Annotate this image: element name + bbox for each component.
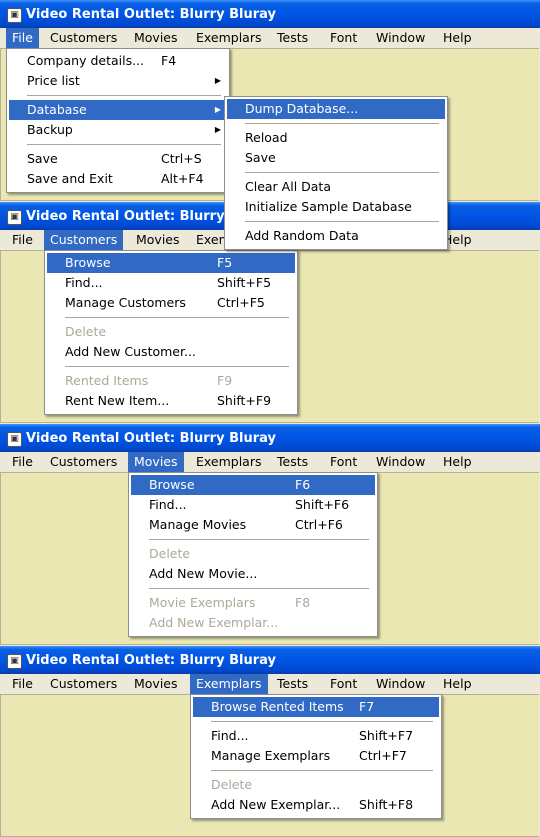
menu-exemplars[interactable]: Exemplars	[190, 28, 268, 48]
menu-window[interactable]: Window	[370, 674, 431, 694]
menu-help[interactable]: Help	[437, 28, 478, 48]
submenu-arrow-icon: ▶	[214, 105, 221, 114]
menu-separator	[227, 217, 445, 226]
menu-separator	[47, 313, 295, 322]
menu-item-db-save[interactable]: Save	[227, 148, 445, 168]
menu-item-save-and-exit[interactable]: Save and Exit Alt+F4	[9, 169, 227, 189]
app-window-icon: ▣	[7, 432, 22, 447]
window-file-menu: ▣ Video Rental Outlet: Blurry Bluray Fil…	[0, 0, 540, 250]
menu-file[interactable]: File	[6, 674, 39, 694]
menu-font[interactable]: Font	[324, 28, 363, 48]
menu-window[interactable]: Window	[370, 28, 431, 48]
app-window-icon: ▣	[7, 210, 22, 225]
menu-item-movie-exemplars: Movie Exemplars F8	[149, 595, 311, 610]
menu-help[interactable]: Help	[437, 452, 478, 472]
menu-file[interactable]: File	[6, 230, 39, 250]
menu-item-backup[interactable]: Backup ▶	[9, 120, 227, 140]
menu-item-find-customer[interactable]: Find... Shift+F5	[47, 273, 295, 293]
window-exemplars-menu: ▣ Video Rental Outlet: Blurry Bluray Fil…	[0, 646, 540, 837]
menu-bar: File Customers Movies Exemplars Tests Fo…	[0, 674, 540, 694]
window-title: Video Rental Outlet: Blurry Bluray	[26, 431, 276, 446]
movies-dropdown: Browse F6 Find... Shift+F6 Manage Movies Ct…	[128, 472, 378, 637]
menu-item-find-exemplar[interactable]: Find... Shift+F7	[193, 726, 439, 746]
window-movies-menu: ▣ Video Rental Outlet: Blurry Bluray Fil…	[0, 424, 540, 645]
menu-tests[interactable]: Tests	[271, 28, 314, 48]
submenu-arrow-icon: ▶	[214, 76, 221, 85]
menu-item-company-details[interactable]: Company details... F4	[9, 51, 227, 71]
app-window-icon: ▣	[7, 654, 22, 669]
menu-item-add-new-movie[interactable]: Add New Movie...	[131, 564, 375, 584]
menu-item-delete-customer: Delete	[65, 324, 107, 339]
menu-movies[interactable]: Movies	[128, 452, 184, 472]
menu-separator	[131, 535, 375, 544]
menu-item-add-random-data[interactable]: Add Random Data	[227, 226, 445, 246]
menu-item-rented-items: Rented Items F9	[65, 373, 233, 388]
menu-item-add-new-customer[interactable]: Add New Customer...	[47, 342, 295, 362]
menu-separator	[9, 140, 227, 149]
menu-item-save[interactable]: Save Ctrl+S	[9, 149, 227, 169]
menu-item-delete-exemplar: Delete	[211, 777, 253, 792]
menu-item-browse-customers[interactable]: Browse F5	[47, 253, 295, 273]
menu-bar: File Customers Movies Exemplars Tests Fo…	[0, 452, 540, 472]
submenu-arrow-icon: ▶	[214, 125, 221, 134]
app-window-icon: ▣	[7, 8, 22, 23]
menu-item-manage-customers[interactable]: Manage Customers Ctrl+F5	[47, 293, 295, 313]
menu-item-initialize-sample-database[interactable]: Initialize Sample Database	[227, 197, 445, 217]
menu-item-database[interactable]: Database ▶	[9, 100, 227, 120]
menu-separator	[193, 766, 439, 775]
menu-tests[interactable]: Tests	[271, 674, 314, 694]
title-bar: ▣ Video Rental Outlet: Blurry Bluray	[0, 424, 540, 452]
menu-item-delete-movie: Delete	[149, 546, 191, 561]
menu-bar: File Customers Movies Exemplars Tests Fo…	[0, 28, 540, 48]
menu-separator	[193, 717, 439, 726]
menu-separator	[9, 91, 227, 100]
menu-item-dump-database[interactable]: Dump Database...	[227, 99, 445, 119]
menu-customers[interactable]: Customers	[44, 230, 124, 250]
menu-item-add-new-exemplar-disabled: Add New Exemplar...	[149, 615, 279, 630]
menu-file[interactable]: File	[6, 452, 39, 472]
menu-exemplars[interactable]: Exemplars	[190, 674, 268, 694]
title-bar: ▣ Video Rental Outlet: Blurry Bluray	[0, 646, 540, 674]
menu-font[interactable]: Font	[324, 674, 363, 694]
menu-item-reload[interactable]: Reload	[227, 128, 445, 148]
menu-item-clear-all-data[interactable]: Clear All Data	[227, 177, 445, 197]
menu-separator	[131, 584, 375, 593]
database-submenu: Dump Database... Reload Save Clear All D…	[224, 96, 448, 250]
menu-movies[interactable]: Movies	[128, 674, 184, 694]
file-dropdown: Company details... F4 Price list ▶ Databas…	[6, 48, 230, 193]
title-bar: ▣ Video Rental Outlet: Blurry Bluray	[0, 0, 540, 28]
exemplars-dropdown: Browse Rented Items F7 Find... Shift+F7 Ma…	[190, 694, 442, 819]
menu-separator	[227, 168, 445, 177]
menu-customers[interactable]: Customers	[44, 674, 123, 694]
menu-customers[interactable]: Customers	[44, 28, 123, 48]
window-title: Video Rental Outlet: Blurry Bluray	[26, 653, 276, 668]
menu-file[interactable]: File	[6, 28, 39, 48]
menu-item-add-new-exemplar[interactable]: Add New Exemplar... Shift+F8	[193, 795, 439, 815]
menu-item-price-list[interactable]: Price list ▶	[9, 71, 227, 91]
menu-separator	[47, 362, 295, 371]
menu-item-browse-movies[interactable]: Browse F6	[131, 475, 375, 495]
menu-exemplars[interactable]: Exemplars	[190, 452, 268, 472]
menu-movies[interactable]: Movies	[128, 28, 184, 48]
menu-item-browse-rented-items[interactable]: Browse Rented Items F7	[193, 697, 439, 717]
menu-movies[interactable]: Movies	[130, 230, 186, 250]
menu-item-rent-new-item[interactable]: Rent New Item... Shift+F9	[47, 391, 295, 411]
menu-font[interactable]: Font	[324, 452, 363, 472]
menu-window[interactable]: Window	[370, 452, 431, 472]
menu-item-find-movie[interactable]: Find... Shift+F6	[131, 495, 375, 515]
menu-tests[interactable]: Tests	[271, 452, 314, 472]
customers-dropdown: Browse F5 Find... Shift+F5 Manage Customer…	[44, 250, 298, 415]
menu-item-manage-exemplars[interactable]: Manage Exemplars Ctrl+F7	[193, 746, 439, 766]
menu-item-manage-movies[interactable]: Manage Movies Ctrl+F6	[131, 515, 375, 535]
menu-customers[interactable]: Customers	[44, 452, 123, 472]
menu-help[interactable]: Help	[437, 674, 478, 694]
menu-separator	[227, 119, 445, 128]
window-title: Video Rental Outlet: Blurry Bluray	[26, 7, 276, 22]
